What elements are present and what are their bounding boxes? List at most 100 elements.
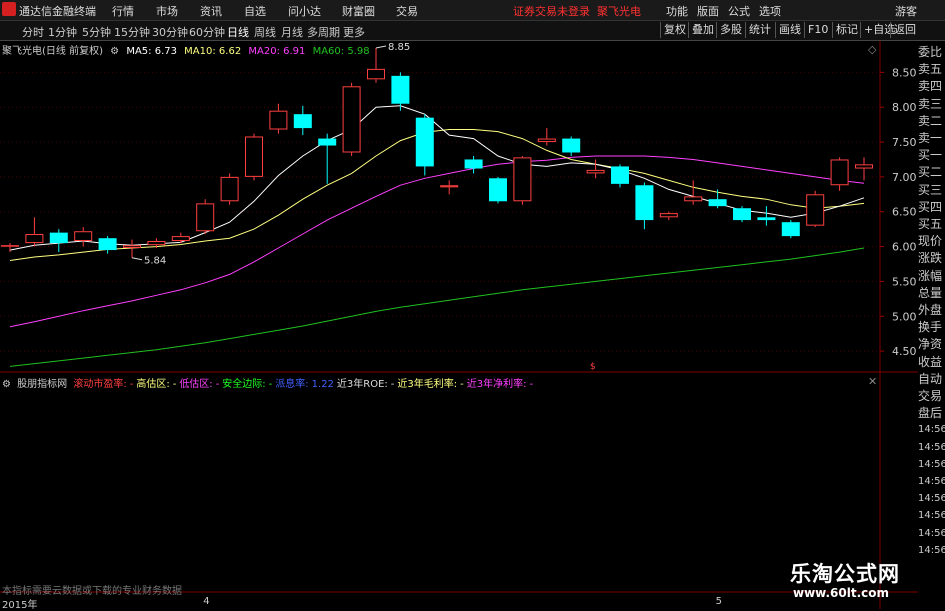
ma-legend: 聚飞光电(日线 前复权) ⚙ MA5: 6.73 MA10: 6.62 MA20… [2,42,374,57]
trade-time-label: 14:56 [918,458,945,470]
back-button[interactable]: 返回 [890,22,919,38]
period-1min[interactable]: 1分钟 [48,24,77,40]
stock-name-label[interactable]: 聚飞光电(日线 前复权) [2,46,103,57]
quote-label: 收益 [918,354,943,369]
trade-time-label: 14:56 [918,510,945,522]
indicator-item: - [268,379,273,390]
quote-label: 买三 [918,182,943,197]
overlay-button[interactable]: 叠加 [688,22,717,38]
candle-body-down [781,222,800,237]
candle-body-up [367,68,385,80]
indicator-item: 近3年ROE: [336,379,388,390]
app-title: 通达信金融终端 [19,5,96,18]
menu-bar: 通达信金融终端 行情 市场 资讯 自选 问小达 财富圈 交易 证券交易未登录 聚… [0,0,945,21]
indicator-name[interactable]: 股朋指标网 [17,379,67,390]
multi-stock-button[interactable]: 多股 [716,22,745,38]
indicator-item: 高估区: [136,379,170,390]
period-15min[interactable]: 15分钟 [114,24,150,40]
f10-button[interactable]: F10 [804,22,831,38]
candle-body-up [123,245,141,248]
period-30min[interactable]: 30分钟 [152,24,188,40]
indicator-item: - [529,379,534,390]
indicator-item: - [215,379,220,390]
ytick-label: 8.00 [892,101,917,114]
menu-trade[interactable]: 交易 [396,3,418,19]
draw-button[interactable]: 画线 [775,22,804,38]
menu-market[interactable]: 市场 [156,3,178,19]
trade-time-label: 14:56 [918,544,945,556]
trade-time-label: 14:56 [918,493,945,505]
candle-body-down [489,178,507,202]
ma-lines [9,105,865,367]
quote-label: 自动 [918,371,943,386]
period-60min[interactable]: 60分钟 [189,24,225,40]
indicator-item: 近3年净利率: [466,379,527,390]
quote-label: 盘后 [918,406,943,421]
quote-label: 买四 [918,199,943,214]
menu-formula[interactable]: 公式 [728,3,750,19]
annotation-arrow [375,45,387,49]
period-more[interactable]: 更多 [343,24,365,40]
candle-body-up [513,157,532,202]
guest-label[interactable]: 游客 [895,3,917,19]
annotation-arrow [131,257,143,261]
period-weekly[interactable]: 周线 [254,24,276,40]
quote-label: 交易 [918,389,943,403]
menu-function[interactable]: 功能 [666,3,688,19]
menu-options[interactable]: 选项 [759,3,781,19]
indicator-item: 滚动市盈率: [73,379,127,390]
adjust-button[interactable]: 复权 [660,22,689,38]
watermark-title: 乐淘公式网 [790,562,900,586]
ytick-label: 4.50 [892,345,917,358]
price-axis: 4.50 5.00 5.50 6.00 6.50 7.00 7.50 8.00 8.50 [880,66,917,358]
menu-news[interactable]: 资讯 [200,3,222,19]
candle-body-down [733,208,751,221]
period-multi[interactable]: 多周期 [307,24,340,40]
menu-wealth[interactable]: 财富圈 [342,3,375,19]
indicator-item: 安全边际: [222,379,266,390]
quote-label: 涨跌 [918,251,943,266]
candle-body-up [171,236,190,241]
trade-time-label: 14:56 [918,527,945,539]
candle-body-down [293,114,312,129]
login-warning[interactable]: 证券交易未登录 聚飞光电 [513,3,641,19]
candle-body-down [415,117,434,167]
candle-body-up [269,110,288,130]
watermark-url: www.60lt.com [793,586,890,600]
quote-label: 卖四 [918,79,943,94]
quote-label: 涨幅 [918,268,943,283]
candle-body-up [830,159,849,186]
indicator-item: 近3年毛利率: [397,379,458,390]
stats-button[interactable]: 统计 [745,22,774,38]
period-daily[interactable]: 日线 [227,24,249,40]
indicator-settings-icon[interactable]: ⚙ [2,379,11,390]
menu-ask[interactable]: 问小达 [288,3,321,19]
candle-body-up [440,185,459,188]
indicator-item: - [172,379,177,390]
menu-layout[interactable]: 版面 [697,3,719,19]
dollar-marker: $ [590,362,596,372]
candle-body-down [708,199,727,207]
indicator-item: - [460,379,464,390]
period-5min[interactable]: 5分钟 [82,24,111,40]
candle-body-down [562,138,581,153]
quote-label: 卖二 [918,113,943,128]
settings-icon[interactable]: ◇ [868,43,877,56]
mark-button[interactable]: 标记 [832,22,861,38]
quote-label: 换手 [918,320,943,335]
candle-body-down [757,217,776,221]
quote-label: 净资 [918,337,943,352]
candle-body-up [855,164,873,169]
candle-body-up [74,231,93,241]
period-monthly[interactable]: 月线 [281,24,303,40]
candle-body-up [684,196,703,202]
menu-watchlist[interactable]: 自选 [244,3,266,19]
close-icon[interactable]: ✕ [868,375,877,388]
menu-quotes[interactable]: 行情 [112,3,134,19]
ma-settings-icon[interactable]: ⚙ [110,46,119,57]
kline-chart[interactable]: 4.50 5.00 5.50 6.00 6.50 7.00 7.50 8.00 8.50 8.8… [0,41,918,609]
period-timeshare[interactable]: 分时 [22,24,44,40]
indicator-item: - [390,379,395,390]
candle-body-down [98,238,117,251]
candle-body-up [196,203,215,232]
